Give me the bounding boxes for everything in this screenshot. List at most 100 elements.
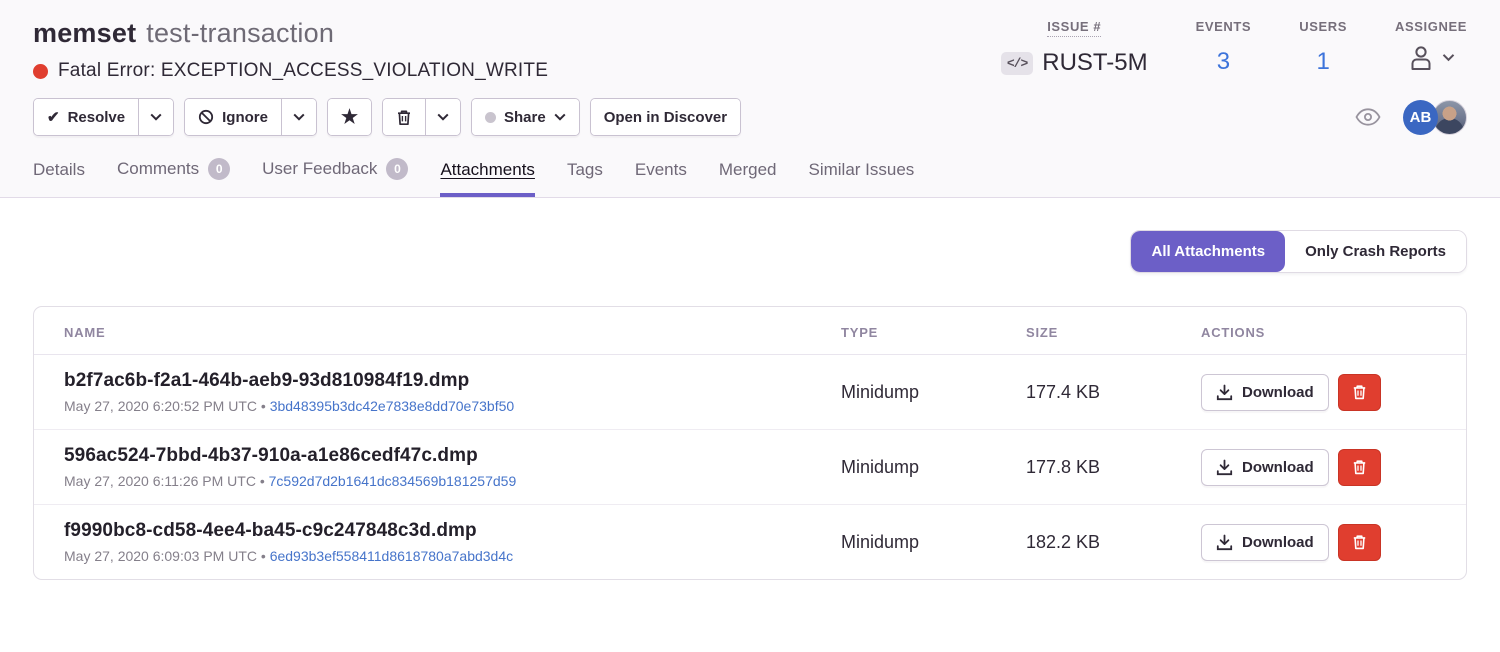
- download-button-label: Download: [1242, 459, 1314, 476]
- issue-number-label: ISSUE #: [1047, 19, 1101, 37]
- events-label: EVENTS: [1196, 19, 1252, 34]
- trash-icon: [396, 109, 412, 126]
- attachment-size: 177.4 KB: [1026, 382, 1201, 403]
- attachment-size: 182.2 KB: [1026, 532, 1201, 553]
- tab-merged[interactable]: Merged: [719, 160, 777, 197]
- issue-stats: ISSUE # </> RUST-5M EVENTS 3 USERS 1 ASS…: [953, 16, 1467, 77]
- comments-count-badge: 0: [208, 158, 230, 180]
- error-level-dot: [33, 64, 48, 79]
- avatar-initials[interactable]: AB: [1403, 100, 1438, 135]
- resolve-button[interactable]: ✔ Resolve: [34, 99, 138, 135]
- delete-issue-button[interactable]: [383, 99, 425, 135]
- participants-area: AB: [1355, 100, 1467, 135]
- tab-user-feedback[interactable]: User Feedback 0: [262, 158, 408, 197]
- trash-icon: [1352, 384, 1367, 400]
- share-button-label: Share: [504, 109, 546, 126]
- attachments-table-header: NAME TYPE SIZE ACTIONS: [34, 307, 1466, 355]
- attachment-event-link[interactable]: 3bd48395b3dc42e7838e8dd70e73bf50: [270, 398, 514, 414]
- attachment-file-name: b2f7ac6b-f2a1-464b-aeb9-93d810984f19.dmp: [64, 370, 841, 392]
- resolve-dropdown-button[interactable]: [138, 99, 173, 135]
- user-feedback-count-badge: 0: [386, 158, 408, 180]
- share-button[interactable]: Share: [472, 99, 579, 135]
- open-in-discover-button[interactable]: Open in Discover: [591, 99, 740, 135]
- download-button[interactable]: Download: [1201, 449, 1329, 486]
- download-button-label: Download: [1242, 534, 1314, 551]
- attachment-timestamp: May 27, 2020 6:11:26 PM UTC: [64, 473, 256, 489]
- attachment-name-cell: f9990bc8-cd58-4ee4-ba45-c9c247848c3d.dmp…: [64, 520, 841, 564]
- chevron-down-icon: [150, 113, 162, 121]
- issue-title: memsettest-transaction: [33, 16, 548, 50]
- users-label: USERS: [1299, 19, 1347, 34]
- tab-comments[interactable]: Comments 0: [117, 158, 230, 197]
- attachment-size: 177.8 KB: [1026, 457, 1201, 478]
- attachment-type: Minidump: [841, 382, 1026, 403]
- attachment-meta: May 27, 2020 6:20:52 PM UTC • 3bd48395b3…: [64, 398, 841, 414]
- subscribe-eye-icon[interactable]: [1355, 108, 1381, 126]
- column-header-type: TYPE: [841, 325, 1026, 340]
- download-button[interactable]: Download: [1201, 374, 1329, 411]
- delete-attachment-button[interactable]: [1338, 449, 1381, 486]
- tab-similar-issues[interactable]: Similar Issues: [808, 160, 914, 197]
- ignore-button-group: Ignore: [184, 98, 317, 136]
- ignore-dropdown-button[interactable]: [281, 99, 316, 135]
- attachment-file-name: 596ac524-7bbd-4b37-910a-a1e86cedf47c.dmp: [64, 445, 841, 467]
- ignore-button-label: Ignore: [222, 109, 268, 126]
- delete-dropdown-button[interactable]: [425, 99, 460, 135]
- trash-icon: [1352, 459, 1367, 475]
- issue-page: memsettest-transaction Fatal Error: EXCE…: [0, 0, 1500, 652]
- ignore-button[interactable]: Ignore: [185, 99, 281, 135]
- column-header-size: SIZE: [1026, 325, 1201, 340]
- attachment-event-link[interactable]: 7c592d7d2b1641dc834569b181257d59: [269, 473, 517, 489]
- error-message: Fatal Error: EXCEPTION_ACCESS_VIOLATION_…: [58, 60, 548, 82]
- tab-events[interactable]: Events: [635, 160, 687, 197]
- stat-issue-number: ISSUE # </> RUST-5M: [1001, 18, 1148, 77]
- download-icon: [1216, 384, 1233, 401]
- attachment-timestamp: May 27, 2020 6:20:52 PM UTC: [64, 398, 257, 414]
- attachment-row: f9990bc8-cd58-4ee4-ba45-c9c247848c3d.dmp…: [34, 505, 1466, 579]
- resolve-button-group: ✔ Resolve: [33, 98, 174, 136]
- share-status-dot: [485, 112, 496, 123]
- attachments-filter-control: All Attachments Only Crash Reports: [1130, 230, 1467, 273]
- resolve-button-label: Resolve: [68, 109, 126, 126]
- meta-separator: •: [260, 473, 265, 489]
- stat-users: USERS 1: [1299, 18, 1347, 76]
- attachment-name-cell: b2f7ac6b-f2a1-464b-aeb9-93d810984f19.dmp…: [64, 370, 841, 414]
- issue-title-block: memsettest-transaction Fatal Error: EXCE…: [33, 16, 548, 82]
- attachment-timestamp: May 27, 2020 6:09:03 PM UTC: [64, 548, 257, 564]
- chevron-down-icon: [554, 113, 566, 121]
- attachments-filter-row: All Attachments Only Crash Reports: [33, 230, 1467, 273]
- issue-toolbar: ✔ Resolve Ignore: [33, 98, 741, 136]
- assignee-dropdown[interactable]: [1395, 44, 1467, 71]
- users-count[interactable]: 1: [1299, 48, 1347, 76]
- bookmark-star-button[interactable]: ★: [328, 99, 371, 135]
- filter-only-crash-reports-button[interactable]: Only Crash Reports: [1285, 231, 1466, 272]
- attachment-event-link[interactable]: 6ed93b3ef558411d8618780a7abd3d4c: [270, 548, 513, 564]
- download-button[interactable]: Download: [1201, 524, 1329, 561]
- delete-attachment-button[interactable]: [1338, 374, 1381, 411]
- tab-tags[interactable]: Tags: [567, 160, 603, 197]
- attachment-file-name: f9990bc8-cd58-4ee4-ba45-c9c247848c3d.dmp: [64, 520, 841, 542]
- assignee-person-icon: [1408, 44, 1434, 71]
- attachment-meta: May 27, 2020 6:09:03 PM UTC • 6ed93b3ef5…: [64, 548, 841, 564]
- download-icon: [1216, 459, 1233, 476]
- attachments-table: NAME TYPE SIZE ACTIONS b2f7ac6b-f2a1-464…: [33, 306, 1467, 580]
- delete-attachment-button[interactable]: [1338, 524, 1381, 561]
- tab-attachments[interactable]: Attachments: [440, 160, 535, 197]
- attachment-row: b2f7ac6b-f2a1-464b-aeb9-93d810984f19.dmp…: [34, 355, 1466, 430]
- issue-number-value-row[interactable]: </> RUST-5M: [1001, 49, 1148, 77]
- issue-header: memsettest-transaction Fatal Error: EXCE…: [0, 0, 1500, 198]
- stat-events: EVENTS 3: [1196, 18, 1252, 76]
- tab-details[interactable]: Details: [33, 160, 85, 197]
- issue-tabs: Details Comments 0 User Feedback 0 Attac…: [33, 158, 1467, 197]
- events-count[interactable]: 3: [1196, 48, 1252, 76]
- ban-icon: [198, 109, 214, 125]
- column-header-name: NAME: [64, 325, 841, 340]
- meta-separator: •: [261, 398, 266, 414]
- assignee-label: ASSIGNEE: [1395, 19, 1467, 34]
- filter-all-attachments-button[interactable]: All Attachments: [1131, 231, 1285, 272]
- open-discover-label: Open in Discover: [604, 109, 727, 126]
- chevron-down-icon: [293, 113, 305, 121]
- assignee-chevron-icon: [1442, 53, 1455, 62]
- trash-icon: [1352, 534, 1367, 550]
- check-icon: ✔: [47, 110, 60, 125]
